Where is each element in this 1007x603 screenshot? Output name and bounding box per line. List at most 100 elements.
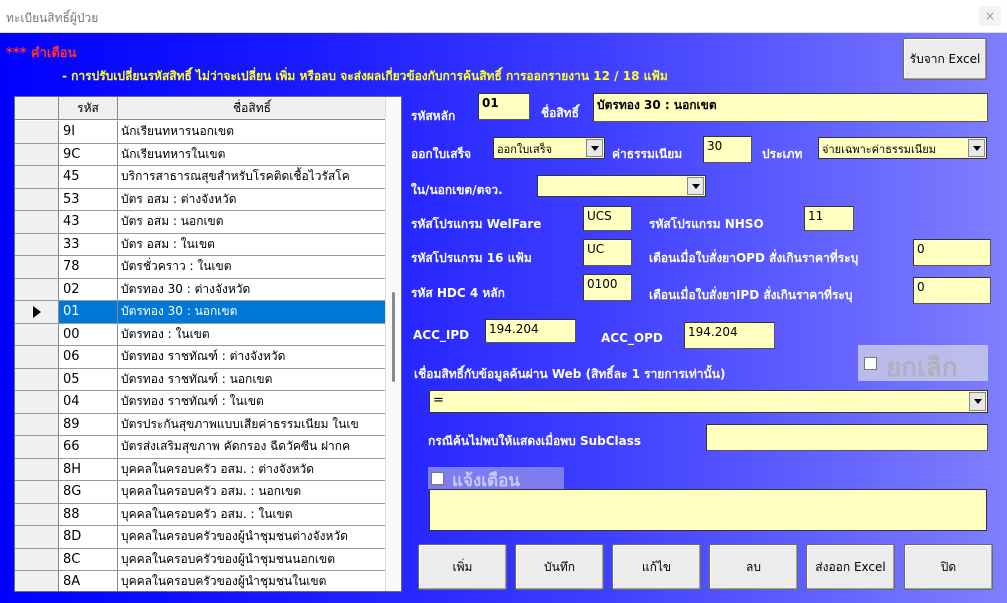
cell-code[interactable]: 8G [59,481,118,503]
hdc-field[interactable]: 0100 [583,274,632,301]
cell-name[interactable]: บัตรประกันสุขภาพแบบเสียค่าธรรมเนียม ในเข [118,414,387,436]
table-row[interactable]: 78 บัตรชั่วคราว : ในเขต [15,256,387,279]
add-button[interactable]: เพิ่ม [418,544,507,590]
cell-code[interactable]: 43 [59,211,118,233]
row-selector[interactable] [15,503,59,525]
cell-code[interactable]: 02 [59,278,118,300]
web-link-combo[interactable]: = [429,390,988,413]
row-selector[interactable] [15,256,59,278]
right-name-field[interactable]: บัตรทอง 30 : นอกเขต [593,93,988,122]
row-selector[interactable] [15,481,59,503]
table-row[interactable]: 9C นักเรียนทหารในเขต [15,143,387,166]
table-row[interactable]: 33 บัตร อสม : ในเขต [15,233,387,256]
notify-text-area[interactable] [429,489,987,531]
cell-code[interactable]: 8A [59,571,118,591]
chevron-down-icon[interactable] [969,392,986,411]
row-selector[interactable] [15,436,59,458]
cell-name[interactable]: บัตรทอง : ในเขต [118,324,387,346]
cell-code[interactable]: 66 [59,436,118,458]
chevron-down-icon[interactable] [687,177,704,195]
table-row[interactable]: 45 บริการสาธารณสุขสำหรับโรคติดเชื้อไวรัสโ… [15,166,387,189]
cell-name[interactable]: บัตรทอง 30 : นอกเขต [118,301,387,323]
receipt-combo[interactable]: ออกใบเสร็จ [493,137,605,159]
table-row[interactable]: 43 บัตร อสม : นอกเขต [15,211,387,234]
cell-code[interactable]: 78 [59,256,118,278]
table-row[interactable]: 9I นักเรียนทหารนอกเขต [15,121,387,144]
cell-code[interactable]: 88 [59,503,118,525]
table-row[interactable]: 05 บัตรทอง ราชทัณฑ์ : นอกเขต [15,368,387,391]
cell-code[interactable]: 9C [59,143,118,165]
row-selector[interactable] [15,458,59,480]
import-excel-button[interactable]: รับจาก Excel [903,38,987,80]
row-selector[interactable] [15,121,59,143]
table-row[interactable]: 01 บัตรทอง 30 : นอกเขต [15,301,387,324]
row-selector[interactable] [15,301,59,323]
cell-code[interactable]: 04 [59,391,118,413]
acc-opd-field[interactable]: 194.204 [684,322,775,349]
welfare-field[interactable]: UCS [583,206,632,231]
cell-name[interactable]: บริการสาธารณสุขสำหรับโรคติดเชื้อไวรัสโค [118,166,387,188]
export-excel-button[interactable]: ส่งออก Excel [806,544,895,590]
opd-warn-field[interactable]: 0 [913,239,991,266]
row-selector[interactable] [15,526,59,548]
table-row[interactable]: 02 บัตรทอง 30 : ต่างจังหวัด [15,278,387,301]
row-selector[interactable] [15,211,59,233]
type-combo[interactable]: จ่ายเฉพาะค่าธรรมเนียม [818,137,987,159]
grid-scrollbar[interactable] [385,97,401,591]
row-selector[interactable] [15,278,59,300]
table-row[interactable]: 53 บัตร อสม : ต่างจังหวัด [15,188,387,211]
cell-name[interactable]: บุคคลในครอบครัวของผู้นำชุมชนนอกเขต [118,549,387,571]
row-selector[interactable] [15,368,59,390]
cell-name[interactable]: นักเรียนทหารนอกเขต [118,121,387,143]
cell-name[interactable]: บัตรทอง 30 : ต่างจังหวัด [118,279,387,301]
cell-name[interactable]: บุคคลในครอบครัว อสม. : ในเขต [118,504,387,526]
row-selector[interactable] [15,143,59,165]
row-selector[interactable] [15,346,59,368]
fee-field[interactable]: 30 [703,136,752,163]
row-selector[interactable] [15,571,59,591]
table-row[interactable]: 06 บัตรทอง ราชทัณฑ์ : ต่างจังหวัด [15,346,387,369]
cell-name[interactable]: บัตรชั่วคราว : ในเขต [118,256,387,278]
table-row[interactable]: 66 บัตรส่งเสริมสุขภาพ คัดกรอง ฉีดวัคซีน ฝ… [15,436,387,459]
cell-code[interactable]: 05 [59,368,118,390]
cell-name[interactable]: บัตร อสม : ในเขต [118,234,387,256]
cell-name[interactable]: บัตรทอง ราชทัณฑ์ : ต่างจังหวัด [118,346,387,368]
row-selector[interactable] [15,323,59,345]
row-selector[interactable] [15,166,59,188]
table-row[interactable]: 04 บัตรทอง ราชทัณฑ์ : ในเขต [15,391,387,414]
cell-code[interactable]: 8C [59,548,118,570]
scrollbar-thumb[interactable] [392,292,395,382]
row-selector[interactable] [15,233,59,255]
cell-name[interactable]: บัตรทอง ราชทัณฑ์ : ในเขต [118,391,387,413]
table-row[interactable]: 8A บุคคลในครอบครัวของผู้นำชุมชนในเขต [15,571,387,591]
column-header-name[interactable]: ชื่อสิทธิ์ [118,97,387,120]
cell-code[interactable]: 53 [59,188,118,210]
chevron-down-icon[interactable] [586,139,603,157]
save-button[interactable]: บันทึก [515,544,604,590]
cell-code[interactable]: 89 [59,413,118,435]
cell-code[interactable]: 01 [59,301,118,323]
chevron-down-icon[interactable] [968,139,985,157]
cell-code[interactable]: 8D [59,526,118,548]
table-row[interactable]: 8H บุคคลในครอบครัว อสม. : ต่างจังหวัด [15,458,387,481]
nhso-field[interactable]: 11 [804,206,854,231]
table-row[interactable]: 00 บัตรทอง : ในเขต [15,323,387,346]
cell-name[interactable]: บัตรส่งเสริมสุขภาพ คัดกรอง ฉีดวัคซีน ฝาก… [118,436,387,458]
cell-name[interactable]: บัตร อสม : ต่างจังหวัด [118,189,387,211]
cell-name[interactable]: บุคคลในครอบครัว อสม. : นอกเขต [118,481,387,503]
table-row[interactable]: 8C บุคคลในครอบครัวของผู้นำชุมชนนอกเขต [15,548,387,571]
area-combo[interactable] [537,175,706,197]
cell-name[interactable]: บุคคลในครอบครัว อสม. : ต่างจังหวัด [118,459,387,481]
table-row[interactable]: 88 บุคคลในครอบครัว อสม. : ในเขต [15,503,387,526]
column-header-code[interactable]: รหัส [59,97,118,120]
cell-code[interactable]: 00 [59,323,118,345]
cancel-checkbox[interactable] [864,357,877,370]
subclass-field[interactable] [706,424,988,451]
cell-name[interactable]: บุคคลในครอบครัวของผู้นำชุมชนต่างจังหวัด [118,526,387,548]
cell-code[interactable]: 33 [59,233,118,255]
main-code-field[interactable]: 01 [478,93,530,120]
row-selector[interactable] [15,413,59,435]
cell-code[interactable]: 8H [59,458,118,480]
row-selector[interactable] [15,391,59,413]
cell-name[interactable]: นักเรียนทหารในเขต [118,144,387,166]
